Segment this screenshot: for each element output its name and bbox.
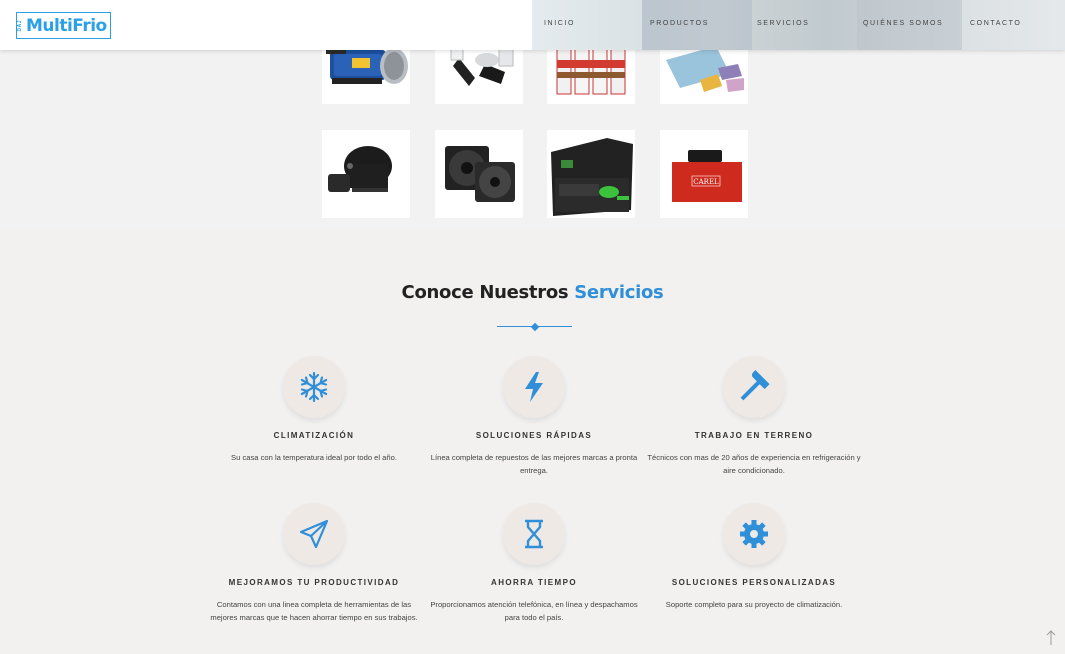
logo[interactable]: DAJ MultiFrio: [16, 12, 111, 39]
main-nav: INICIO PRODUCTOS SERVICIOS QUIÉNES SOMOS…: [532, 0, 1065, 50]
service-title-soluciones-personalizadas: SOLUCIONES PERSONALIZADAS: [671, 578, 837, 587]
service-title-productividad: MEJORAMOS TU PRODUCTIVIDAD: [228, 578, 400, 587]
nav-quienes-somos[interactable]: QUIÉNES SOMOS: [863, 20, 943, 27]
site-header: DAJ MultiFrio INICIO PRODUCTOS SERVICIOS…: [0, 0, 1065, 50]
section-title: Conoce Nuestros Servicios: [0, 282, 1065, 303]
service-desc-climatizacion: Su casa con la temperatura ideal por tod…: [231, 453, 397, 462]
product-compressor[interactable]: [322, 130, 410, 218]
service-title-climatizacion: CLIMATIZACIÓN: [273, 431, 355, 440]
section-title-accent: Servicios: [574, 282, 664, 303]
logo-text: MultiFrio: [26, 15, 107, 36]
service-desc-trabajo-terreno: Técnicos con mas de 20 años de experienc…: [647, 453, 861, 475]
hammer-icon: [723, 356, 785, 418]
nav-inicio[interactable]: INICIO: [544, 20, 575, 27]
logo-side-text: DAJ: [17, 19, 23, 32]
hourglass-icon: [503, 503, 565, 565]
carel-label: CAREL: [693, 178, 719, 186]
nav-servicios[interactable]: SERVICIOS: [757, 20, 809, 27]
product-axial-fans[interactable]: [435, 130, 523, 218]
service-desc-soluciones-personalizadas: Soporte completo para su proyecto de cli…: [665, 600, 843, 609]
arrow-up-icon[interactable]: [1043, 630, 1059, 646]
service-title-soluciones-rapidas: SOLUCIONES RÁPIDAS: [475, 431, 593, 440]
service-title-trabajo-terreno: TRABAJO EN TERRENO: [694, 431, 814, 440]
gear-icon: [723, 503, 785, 565]
nav-contacto[interactable]: CONTACTO: [970, 20, 1021, 27]
lightning-bolt-icon: [503, 356, 565, 418]
service-desc-productividad: Contamos con una linea completa de herra…: [210, 600, 418, 622]
paper-plane-icon: [283, 503, 345, 565]
service-desc-ahorra-tiempo: Proporcionamos atención telefónica, en l…: [430, 600, 638, 622]
product-tool-case[interactable]: [547, 130, 635, 218]
nav-productos[interactable]: PRODUCTOS: [650, 20, 709, 27]
section-title-plain: Conoce Nuestros: [401, 282, 569, 303]
product-carel-controller[interactable]: CAREL: [660, 130, 748, 218]
service-desc-soluciones-rapidas: Línea completa de repuestos de las mejor…: [430, 453, 638, 475]
service-title-ahorra-tiempo: AHORRA TIEMPO: [491, 578, 577, 587]
snowflake-icon: [283, 356, 345, 418]
